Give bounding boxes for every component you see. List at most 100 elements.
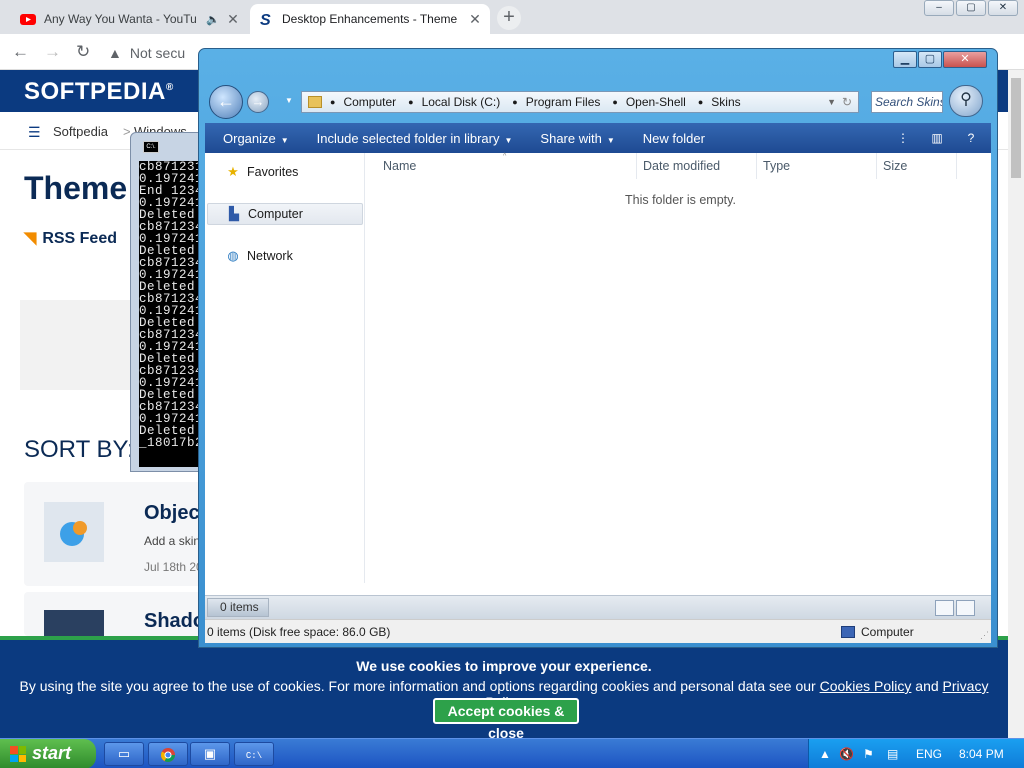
separator-icon[interactable]: ●	[612, 97, 617, 107]
separator-icon[interactable]: ●	[698, 97, 703, 107]
accept-cookies-button[interactable]: Accept cookies & close	[433, 698, 579, 741]
new-folder-button[interactable]: New folder	[643, 131, 705, 146]
minimize-button[interactable]: –	[924, 0, 954, 16]
menu-icon[interactable]: ☰	[28, 124, 41, 141]
sort-by-heading: SORT BY:	[24, 436, 134, 463]
network-status-icon[interactable]: ▤	[887, 747, 898, 761]
show-hidden-icons-icon[interactable]: ▲	[819, 747, 831, 761]
details-view-icon[interactable]	[935, 600, 954, 616]
close-tab-icon[interactable]: ✕	[226, 11, 240, 28]
start-button[interactable]: start	[0, 739, 96, 768]
taskbar-control-panel-button[interactable]: ▣	[190, 742, 230, 766]
cookies-policy-link[interactable]: Cookies Policy	[820, 678, 912, 694]
command-bar: Organize ▼ Include selected folder in lib…	[205, 123, 991, 165]
nav-item-network[interactable]: ◍ Network	[207, 245, 363, 267]
tab-softpedia[interactable]: S Desktop Enhancements - Theme ✕	[250, 4, 490, 34]
new-tab-button[interactable]: +	[497, 6, 521, 30]
browser-window-controls: – ▢ ✕	[924, 0, 1018, 16]
separator-icon[interactable]: ●	[512, 97, 517, 107]
column-header-size[interactable]: Size	[877, 153, 957, 179]
close-button[interactable]: ✕	[943, 51, 987, 68]
skin-icon	[60, 521, 87, 546]
nav-item-computer[interactable]: ▙ Computer	[207, 203, 363, 225]
breadcrumb-segment[interactable]: Computer	[343, 95, 396, 109]
share-with-button[interactable]: Share with ▼	[540, 131, 614, 146]
page-scrollbar[interactable]	[1008, 70, 1024, 738]
horizontal-scrollbar[interactable]	[365, 583, 991, 595]
tab-youtube[interactable]: Any Way You Wanta - YouTu 🔈 ✕	[12, 4, 248, 34]
rss-feed-link[interactable]: ◥ RSS Feed	[24, 228, 117, 248]
maximize-button[interactable]: ▢	[918, 51, 942, 68]
browser-tabstrip: Any Way You Wanta - YouTu 🔈 ✕ S Desktop …	[0, 0, 1024, 34]
minimize-button[interactable]: ▁	[893, 51, 917, 68]
item-name[interactable]: Objec	[144, 502, 200, 525]
large-icons-view-icon[interactable]	[956, 600, 975, 616]
item-name[interactable]: Shado	[144, 610, 205, 633]
page-title: Theme	[24, 170, 128, 206]
cookie-banner: We use cookies to improve your experienc…	[0, 636, 1008, 741]
column-header-name[interactable]: Name ^	[365, 153, 637, 179]
nav-label: Network	[247, 249, 293, 263]
recent-pages-icon[interactable]: ▼	[285, 96, 293, 105]
breadcrumb-segment[interactable]: Program Files	[526, 95, 601, 109]
column-header-type[interactable]: Type	[757, 153, 877, 179]
view-toggle[interactable]	[935, 600, 975, 616]
security-label: Not secu	[129, 45, 186, 61]
taskbar-chrome-button[interactable]	[148, 742, 188, 766]
forward-arrow-icon[interactable]: →	[44, 42, 61, 62]
address-bar[interactable]: ● Computer ● Local Disk (C:) ● Program F…	[301, 91, 859, 113]
reload-icon[interactable]: ↻	[76, 42, 90, 62]
taskbar-explorer-button[interactable]: ▭	[104, 742, 144, 766]
column-header-date[interactable]: Date modified	[637, 153, 757, 179]
close-button[interactable]: ✕	[988, 0, 1018, 16]
list-item[interactable]: Shado	[24, 592, 224, 636]
organize-button[interactable]: Organize ▼	[223, 131, 289, 146]
softpedia-icon: S	[260, 12, 271, 27]
control-panel-icon: ▣	[203, 746, 217, 761]
forward-button[interactable]: →	[247, 91, 269, 113]
maximize-button[interactable]: ▢	[956, 0, 986, 16]
volume-icon[interactable]: 🔇	[839, 747, 854, 761]
svg-text:S: S	[260, 12, 271, 27]
details-bar: 0 items	[205, 595, 991, 619]
item-description: Add a skin	[144, 534, 201, 548]
network-icon: ◍	[227, 248, 239, 263]
breadcrumb-segment[interactable]: Local Disk (C:)	[422, 95, 501, 109]
language-indicator[interactable]: ENG	[916, 747, 942, 761]
view-options-icon[interactable]: ⋮ ▼	[893, 128, 913, 165]
chrome-icon	[161, 748, 175, 762]
speaker-icon[interactable]: 🔈	[206, 13, 220, 26]
help-icon[interactable]: ?	[961, 128, 981, 148]
breadcrumb-segment[interactable]: Skins	[711, 95, 740, 109]
taskbar-cmd-button[interactable]: C:\	[234, 742, 274, 766]
resize-grip-icon[interactable]: ⋰	[980, 630, 989, 641]
windows-flag-icon	[10, 746, 26, 762]
list-item[interactable]: Objec Add a skin Jul 18th 20	[24, 482, 224, 586]
back-button[interactable]: ←	[209, 85, 243, 119]
clock[interactable]: 8:04 PM	[959, 747, 1004, 761]
view-controls: ⋮ ▼ ▥ ?	[893, 128, 981, 165]
separator-icon[interactable]: ●	[408, 97, 413, 107]
item-date: Jul 18th 20	[144, 560, 203, 574]
breadcrumb-segment[interactable]: Open-Shell	[626, 95, 686, 109]
warning-icon: ▲	[108, 45, 122, 61]
softpedia-logo[interactable]: SOFTPEDIA®	[24, 78, 174, 106]
back-arrow-icon[interactable]: ←	[12, 42, 29, 62]
nav-item-favorites[interactable]: ★ Favorites	[207, 161, 363, 183]
scrollbar-thumb[interactable]	[1011, 78, 1021, 178]
status-location: Computer	[841, 625, 914, 639]
sort-caret-icon: ^	[503, 153, 507, 160]
chevron-down-icon[interactable]: ▼	[827, 97, 836, 107]
computer-icon	[841, 626, 855, 638]
separator-icon[interactable]: ●	[330, 97, 335, 107]
action-center-flag-icon[interactable]: ⚑	[863, 747, 874, 761]
search-icon[interactable]: ⚲	[949, 85, 983, 117]
close-tab-icon[interactable]: ✕	[468, 11, 482, 28]
youtube-icon	[20, 14, 36, 25]
refresh-icon[interactable]: ↻	[842, 95, 852, 109]
tab-title: Desktop Enhancements - Theme	[282, 12, 458, 26]
breadcrumb-softpedia[interactable]: Softpedia	[53, 124, 108, 139]
include-in-library-button[interactable]: Include selected folder in library ▼	[317, 131, 513, 146]
preview-pane-icon[interactable]: ▥	[927, 128, 947, 148]
search-input[interactable]: Search Skins	[871, 91, 943, 113]
